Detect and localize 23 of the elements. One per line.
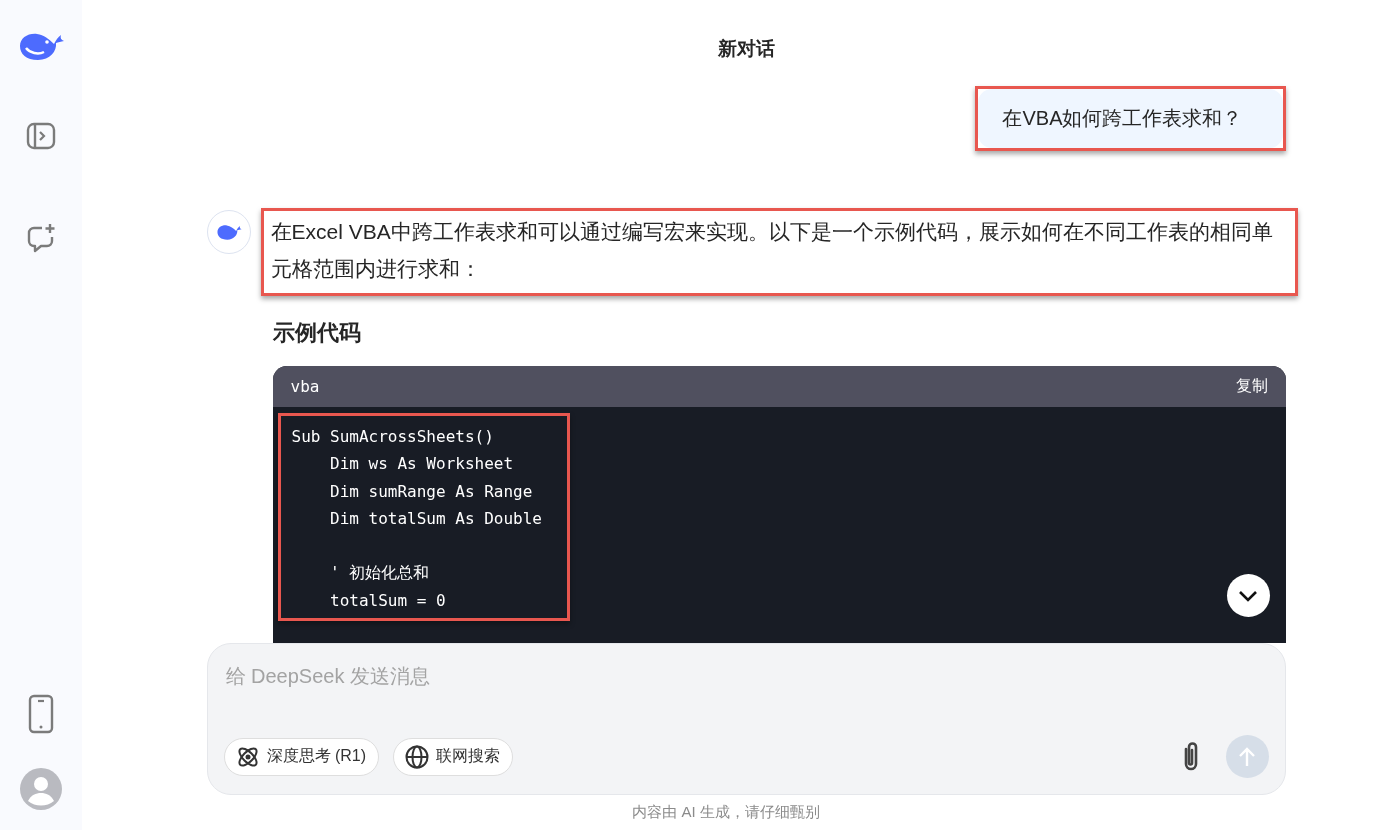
sidebar-toggle-icon[interactable] <box>25 120 57 152</box>
scroll-down-button[interactable] <box>1226 574 1270 617</box>
new-chat-icon[interactable] <box>25 222 57 254</box>
code-language: vba <box>290 377 320 396</box>
disclaimer-text: 内容由 AI 生成，请仔细甄别 <box>632 803 820 822</box>
mode-toggle[interactable]: 深度思考 (R1) <box>223 737 380 776</box>
code-line: ' 初始化总和 <box>329 562 431 585</box>
chat-title: 新对话 <box>717 37 775 60</box>
chevron-down-icon <box>1237 588 1259 603</box>
phone-icon[interactable] <box>27 694 55 734</box>
section-heading: 示例代码 <box>272 319 362 347</box>
globe-icon <box>404 743 431 770</box>
mode-toggle[interactable]: 联网搜索 <box>393 737 514 776</box>
code-line: Sub SumAcrossSheets() <box>291 426 495 448</box>
code-line: Dim totalSum As Double <box>329 507 542 530</box>
code-line: totalSum = 0 <box>329 589 447 612</box>
copy-button[interactable]: 复制 <box>1235 376 1268 397</box>
user-message: 在VBA如何跨工作表求和？ <box>978 89 1283 148</box>
reply-paragraph: 在Excel VBA中跨工作表求和可以通过编写宏来实现。以下是一个示例代码，展示如何在不同工作表的相同单元格范围内进行求和： <box>270 219 1274 282</box>
code-line: Dim ws As Worksheet <box>329 453 515 476</box>
message-input[interactable]: 给 DeepSeek 发送消息 <box>223 662 1269 690</box>
code-line: Dim sumRange As Range <box>329 480 534 503</box>
arrow-up-icon <box>1237 745 1257 768</box>
